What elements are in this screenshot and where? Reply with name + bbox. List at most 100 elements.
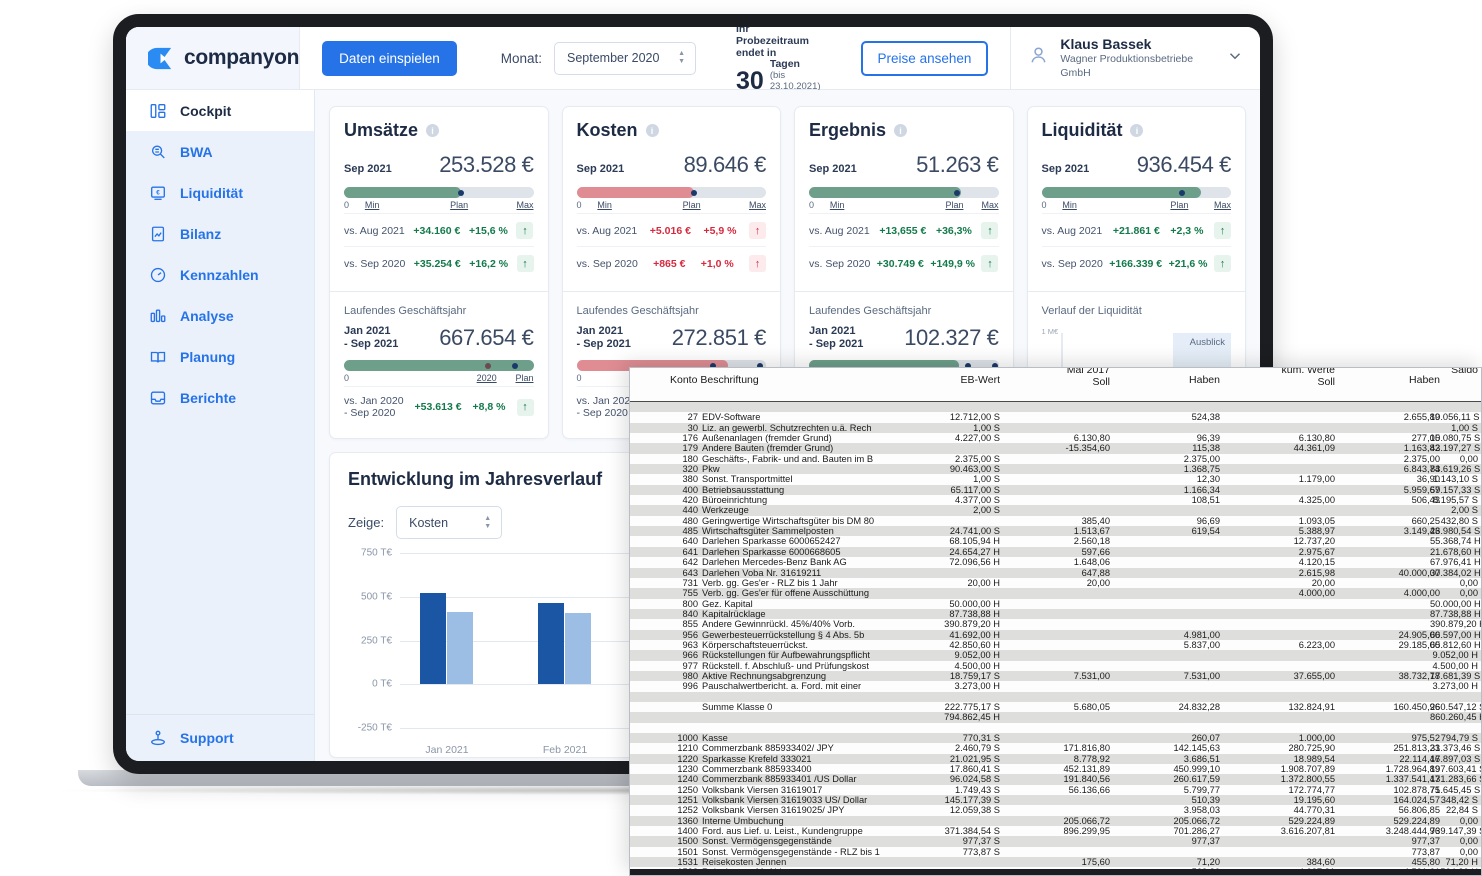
table-row: 1501 Sonst. Vermögensgegenstände - RLZ bi… bbox=[630, 847, 1481, 857]
mini-chart-title: Verlauf der Liquidität bbox=[1041, 305, 1142, 317]
table-cell-eb: 12.712,00 S bbox=[949, 412, 1000, 423]
scale-tick-min[interactable]: Min bbox=[597, 200, 612, 210]
table-row: 176 Außenanlagen (fremder Grund) 4.227,00 … bbox=[630, 433, 1481, 443]
table-cell-saldo: 10.080,75 S bbox=[1430, 433, 1481, 444]
table-cell-soll2: 4.000,00 bbox=[1298, 588, 1335, 599]
table-cell-haben1: 5.799,77 bbox=[1183, 784, 1220, 795]
chevron-down-icon[interactable] bbox=[1226, 47, 1244, 70]
scale-tick-min[interactable]: Min bbox=[1062, 200, 1077, 210]
table-row: 1220 Sparkasse Krefeld 333021 21.021,95 S8… bbox=[630, 753, 1481, 765]
table-row: 1230 Commerzbank 885933400 17.860,41 S 452.… bbox=[630, 764, 1481, 774]
table-row: 640 Darlehen Sparkasse 6000652427 68.105,9… bbox=[630, 536, 1481, 546]
scale-tick: 0 bbox=[344, 373, 350, 383]
comparison-label: vs. Jan 2020 - Sep 2020 bbox=[576, 395, 637, 419]
scale-tick-plan[interactable]: Plan bbox=[515, 373, 533, 383]
x-tick: Jan 2021 bbox=[425, 744, 469, 756]
sidebar-item-berichte[interactable]: Berichte bbox=[126, 377, 314, 418]
table-cell-konto: 485 bbox=[682, 526, 698, 537]
table-cell-eb: 2.375,00 S bbox=[955, 453, 1000, 464]
table-cell-konto: 1210 bbox=[677, 743, 698, 754]
comparison-row: vs. Aug 2021 +5.016 € +5,9 % ↑ bbox=[576, 213, 766, 246]
scale-tick-plan[interactable]: Plan bbox=[1170, 200, 1188, 210]
chart-metric-select[interactable]: Kosten ▲ ▼ bbox=[396, 506, 503, 539]
fy-gauge-bar bbox=[344, 360, 534, 371]
table-cell-konto: 27 bbox=[687, 412, 698, 423]
table-cell-konto: 1360 bbox=[677, 815, 698, 826]
table-cell-haben1: 524,38 bbox=[1191, 412, 1220, 423]
table-cell-saldo: 1.143,10 S bbox=[1433, 474, 1478, 485]
info-icon[interactable]: i bbox=[645, 124, 659, 137]
sidebar-item-bilanz[interactable]: Bilanz bbox=[126, 213, 314, 254]
fy-value: 102.327 € bbox=[904, 325, 999, 350]
scale-tick-min[interactable]: Min bbox=[830, 200, 845, 210]
gauge-bar bbox=[1041, 187, 1231, 198]
table-cell-haben1: 1.166,34 bbox=[1183, 484, 1220, 495]
sidebar-item-label: Berichte bbox=[180, 389, 237, 406]
fy-title: Laufendes Geschäftsjahr bbox=[576, 305, 699, 317]
table-cell-haben2: 4.000,00 bbox=[1403, 588, 1440, 599]
sidebar-item-liquiditaet[interactable]: € Liquidität bbox=[126, 172, 314, 213]
card-title: Kosten bbox=[576, 120, 638, 140]
y-tick: 500 T€ bbox=[361, 591, 392, 603]
info-icon[interactable]: i bbox=[1130, 124, 1144, 137]
table-cell-soll2: 280.725,90 bbox=[1288, 743, 1335, 754]
fy-title: Laufendes Geschäftsjahr bbox=[809, 305, 932, 317]
scale-tick-plan[interactable]: Plan bbox=[683, 200, 701, 210]
table-row: 731 Verb. gg. Ges'er - RLZ bis 1 Jahr 20,0… bbox=[630, 578, 1481, 588]
table-row: 1251 Volksbank Viersen 31619033 US/ Dolla… bbox=[630, 795, 1481, 806]
table-cell-konto: 176 bbox=[682, 433, 698, 444]
sidebar-item-planung[interactable]: Planung bbox=[126, 336, 314, 377]
scale-tick-max[interactable]: Max bbox=[1214, 200, 1231, 210]
table-cell-saldo: 260.547,12 S bbox=[1430, 701, 1482, 712]
table-cell-haben1: 96,69 bbox=[1196, 515, 1220, 526]
table-cell-haben1: 142.145,63 bbox=[1173, 743, 1220, 754]
sidebar-item-analyse[interactable]: Analyse bbox=[126, 295, 314, 336]
table-cell-soll2: 6.223,00 bbox=[1298, 639, 1335, 650]
stepper-icon[interactable]: ▲ ▼ bbox=[678, 50, 685, 65]
table-cell-konto: 1400 bbox=[677, 826, 698, 837]
table-spacer-row bbox=[630, 691, 1481, 702]
table-row: 480 Geringwertige Wirtschaftsgüter bis DM… bbox=[630, 516, 1481, 526]
scale-tick-max[interactable]: Max bbox=[749, 200, 766, 210]
table-cell-saldo: 59.157,33 S bbox=[1430, 484, 1481, 495]
table-cell-konto: 840 bbox=[682, 608, 698, 619]
scale-tick-max[interactable]: Max bbox=[516, 200, 533, 210]
arrow-up-icon: ↑ bbox=[516, 222, 534, 239]
user-menu[interactable]: Klaus Bassek Wagner Produktionsbetriebe … bbox=[1010, 27, 1260, 89]
sidebar-item-cockpit[interactable]: Cockpit bbox=[126, 90, 314, 131]
scale-tick-plan[interactable]: Plan bbox=[450, 200, 468, 210]
sidebar-item-bwa[interactable]: BWA bbox=[126, 131, 314, 172]
col-header-mai-soll: Mai 2017 Soll bbox=[1066, 367, 1110, 388]
month-select[interactable]: September 2020 ▲ ▼ bbox=[554, 41, 697, 75]
table-row: 1500 Sonst. Vermögensgegenstände 977,37 S9… bbox=[630, 836, 1481, 847]
table-cell-saldo: 83.619,26 S bbox=[1430, 464, 1481, 475]
import-data-button[interactable]: Daten einspielen bbox=[322, 40, 457, 76]
scale-tick-min[interactable]: Min bbox=[365, 200, 380, 210]
comparison-label: vs. Jan 2020 - Sep 2020 bbox=[344, 395, 404, 419]
info-icon[interactable]: i bbox=[426, 124, 440, 137]
table-cell-eb: 222.775,17 S bbox=[944, 701, 1000, 712]
table-cell-konto: 977 bbox=[682, 660, 698, 671]
table-row: 27 EDV-Software 12.712,00 S 524,38 2.655,89 1… bbox=[630, 412, 1481, 422]
view-pricing-button[interactable]: Preise ansehen bbox=[860, 40, 989, 76]
sidebar-item-support[interactable]: Support bbox=[126, 715, 314, 761]
table-cell-haben1: 260.617,59 bbox=[1173, 774, 1220, 785]
table-cell-konto: 996 bbox=[682, 681, 698, 692]
scale-tick-max[interactable]: Max bbox=[981, 200, 998, 210]
scale-tick-plan[interactable]: Plan bbox=[945, 200, 963, 210]
table-row: 966 Rückstellungen für Aufbewahrungspflic… bbox=[630, 650, 1481, 661]
table-cell-konto: 480 bbox=[682, 515, 698, 526]
table-cell-desc: Verb. gg. Ges'er für offene Ausschüttung bbox=[702, 588, 869, 599]
table-cell-eb: 21.021,95 S bbox=[949, 753, 1000, 764]
table-cell-haben1: 260,07 bbox=[1191, 733, 1220, 743]
table-cell-soll2: 1.093,05 bbox=[1298, 515, 1335, 526]
table-row: 179 Andere Bauten (fremder Grund) -15.354,… bbox=[630, 443, 1481, 454]
comparison-row: vs. Aug 2021 +21.861 € +2,3 % ↑ bbox=[1041, 213, 1231, 246]
info-icon[interactable]: i bbox=[894, 124, 908, 137]
scale-tick-2020[interactable]: 2020 bbox=[477, 373, 497, 383]
stepper-icon[interactable]: ▲ ▼ bbox=[484, 515, 491, 530]
gauge-bar bbox=[576, 187, 766, 198]
table-cell-eb: 12.059,38 S bbox=[949, 805, 1000, 816]
chart-metric-value: Kosten bbox=[409, 515, 449, 530]
sidebar-item-kennzahlen[interactable]: Kennzahlen bbox=[126, 254, 314, 295]
